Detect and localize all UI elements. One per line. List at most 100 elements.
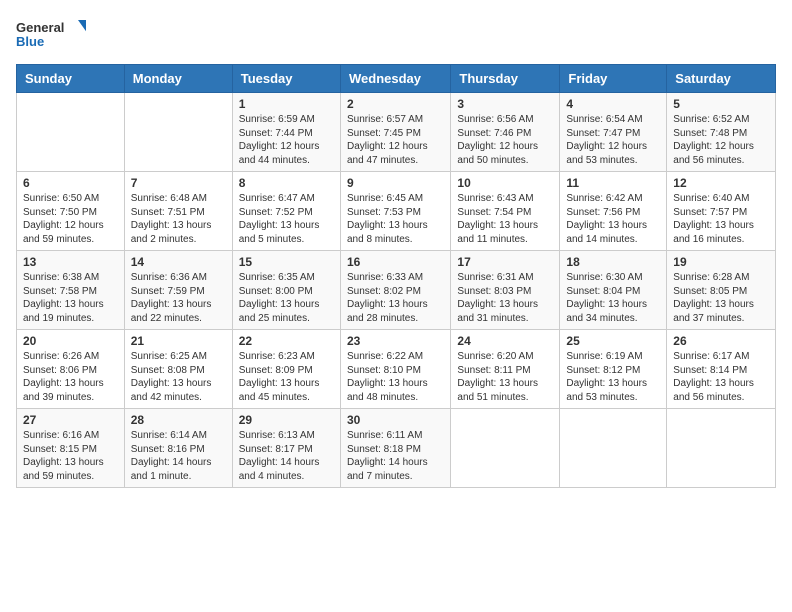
day-number: 22 [239, 334, 334, 348]
calendar-cell: 22Sunrise: 6:23 AM Sunset: 8:09 PM Dayli… [232, 330, 340, 409]
day-info: Sunrise: 6:38 AM Sunset: 7:58 PM Dayligh… [23, 271, 118, 325]
day-info: Sunrise: 6:13 AM Sunset: 8:17 PM Dayligh… [239, 429, 334, 483]
calendar-week-row: 6 Sunrise: 6:50 AM Sunset: 7:50 PM Daylig… [17, 172, 776, 251]
calendar-cell: 2 Sunrise: 6:57 AM Sunset: 7:45 PM Daylig… [340, 93, 450, 172]
calendar-cell: 20Sunrise: 6:26 AM Sunset: 8:06 PM Dayli… [17, 330, 125, 409]
calendar-week-row: 1 Sunrise: 6:59 AM Sunset: 7:44 PM Daylig… [17, 93, 776, 172]
day-info: Sunrise: 6:28 AM Sunset: 8:05 PM Dayligh… [673, 271, 769, 325]
weekday-header-friday: Friday [560, 65, 667, 93]
svg-text:General: General [16, 20, 64, 35]
calendar-cell: 19Sunrise: 6:28 AM Sunset: 8:05 PM Dayli… [667, 251, 776, 330]
weekday-header-tuesday: Tuesday [232, 65, 340, 93]
calendar-cell: 12 Sunrise: 6:40 AM Sunset: 7:57 PM Dayli… [667, 172, 776, 251]
day-number: 30 [347, 413, 444, 427]
day-info: Sunrise: 6:56 AM Sunset: 7:46 PM Dayligh… [457, 113, 553, 167]
day-info: Sunrise: 6:42 AM Sunset: 7:56 PM Dayligh… [566, 192, 660, 246]
day-number: 28 [131, 413, 226, 427]
day-number: 17 [457, 255, 553, 269]
header: General Blue [16, 16, 776, 52]
day-number: 27 [23, 413, 118, 427]
logo: General Blue [16, 16, 86, 52]
calendar-cell: 1 Sunrise: 6:59 AM Sunset: 7:44 PM Daylig… [232, 93, 340, 172]
day-number: 13 [23, 255, 118, 269]
day-info: Sunrise: 6:47 AM Sunset: 7:52 PM Dayligh… [239, 192, 334, 246]
weekday-header-thursday: Thursday [451, 65, 560, 93]
day-info: Sunrise: 6:35 AM Sunset: 8:00 PM Dayligh… [239, 271, 334, 325]
day-number: 24 [457, 334, 553, 348]
weekday-header-saturday: Saturday [667, 65, 776, 93]
calendar-cell: 26 Sunrise: 6:17 AM Sunset: 8:14 PM Dayli… [667, 330, 776, 409]
calendar-cell: 11 Sunrise: 6:42 AM Sunset: 7:56 PM Dayli… [560, 172, 667, 251]
calendar-cell: 29 Sunrise: 6:13 AM Sunset: 8:17 PM Dayli… [232, 409, 340, 488]
day-info: Sunrise: 6:50 AM Sunset: 7:50 PM Dayligh… [23, 192, 118, 246]
calendar-week-row: 13 Sunrise: 6:38 AM Sunset: 7:58 PM Dayli… [17, 251, 776, 330]
calendar-cell: 13 Sunrise: 6:38 AM Sunset: 7:58 PM Dayli… [17, 251, 125, 330]
day-number: 5 [673, 97, 769, 111]
calendar-cell: 9 Sunrise: 6:45 AM Sunset: 7:53 PM Daylig… [340, 172, 450, 251]
calendar-cell: 6 Sunrise: 6:50 AM Sunset: 7:50 PM Daylig… [17, 172, 125, 251]
day-number: 12 [673, 176, 769, 190]
calendar-cell: 30 Sunrise: 6:11 AM Sunset: 8:18 PM Dayli… [340, 409, 450, 488]
calendar-cell: 24 Sunrise: 6:20 AM Sunset: 8:11 PM Dayli… [451, 330, 560, 409]
calendar-cell [17, 93, 125, 172]
day-number: 20 [23, 334, 118, 348]
day-info: Sunrise: 6:33 AM Sunset: 8:02 PM Dayligh… [347, 271, 444, 325]
calendar-week-row: 20Sunrise: 6:26 AM Sunset: 8:06 PM Dayli… [17, 330, 776, 409]
day-number: 11 [566, 176, 660, 190]
calendar-table: SundayMondayTuesdayWednesdayThursdayFrid… [16, 64, 776, 488]
day-info: Sunrise: 6:25 AM Sunset: 8:08 PM Dayligh… [131, 350, 226, 404]
day-info: Sunrise: 6:54 AM Sunset: 7:47 PM Dayligh… [566, 113, 660, 167]
calendar-cell [451, 409, 560, 488]
day-number: 23 [347, 334, 444, 348]
calendar-cell: 27Sunrise: 6:16 AM Sunset: 8:15 PM Dayli… [17, 409, 125, 488]
calendar-week-row: 27Sunrise: 6:16 AM Sunset: 8:15 PM Dayli… [17, 409, 776, 488]
day-number: 25 [566, 334, 660, 348]
calendar-cell: 21Sunrise: 6:25 AM Sunset: 8:08 PM Dayli… [124, 330, 232, 409]
day-info: Sunrise: 6:30 AM Sunset: 8:04 PM Dayligh… [566, 271, 660, 325]
calendar-cell: 28 Sunrise: 6:14 AM Sunset: 8:16 PM Dayli… [124, 409, 232, 488]
day-number: 15 [239, 255, 334, 269]
day-number: 1 [239, 97, 334, 111]
day-info: Sunrise: 6:43 AM Sunset: 7:54 PM Dayligh… [457, 192, 553, 246]
calendar-cell: 17 Sunrise: 6:31 AM Sunset: 8:03 PM Dayli… [451, 251, 560, 330]
calendar-cell: 8 Sunrise: 6:47 AM Sunset: 7:52 PM Daylig… [232, 172, 340, 251]
day-number: 7 [131, 176, 226, 190]
day-info: Sunrise: 6:22 AM Sunset: 8:10 PM Dayligh… [347, 350, 444, 404]
day-info: Sunrise: 6:40 AM Sunset: 7:57 PM Dayligh… [673, 192, 769, 246]
day-number: 16 [347, 255, 444, 269]
weekday-header-monday: Monday [124, 65, 232, 93]
calendar-cell: 18Sunrise: 6:30 AM Sunset: 8:04 PM Dayli… [560, 251, 667, 330]
day-info: Sunrise: 6:36 AM Sunset: 7:59 PM Dayligh… [131, 271, 226, 325]
day-info: Sunrise: 6:11 AM Sunset: 8:18 PM Dayligh… [347, 429, 444, 483]
day-info: Sunrise: 6:20 AM Sunset: 8:11 PM Dayligh… [457, 350, 553, 404]
day-info: Sunrise: 6:17 AM Sunset: 8:14 PM Dayligh… [673, 350, 769, 404]
day-info: Sunrise: 6:59 AM Sunset: 7:44 PM Dayligh… [239, 113, 334, 167]
day-info: Sunrise: 6:19 AM Sunset: 8:12 PM Dayligh… [566, 350, 660, 404]
day-number: 4 [566, 97, 660, 111]
day-number: 6 [23, 176, 118, 190]
svg-text:Blue: Blue [16, 34, 44, 49]
day-number: 14 [131, 255, 226, 269]
weekday-header-wednesday: Wednesday [340, 65, 450, 93]
day-number: 26 [673, 334, 769, 348]
day-info: Sunrise: 6:45 AM Sunset: 7:53 PM Dayligh… [347, 192, 444, 246]
calendar-cell: 5Sunrise: 6:52 AM Sunset: 7:48 PM Daylig… [667, 93, 776, 172]
calendar-cell: 23 Sunrise: 6:22 AM Sunset: 8:10 PM Dayli… [340, 330, 450, 409]
day-number: 8 [239, 176, 334, 190]
day-info: Sunrise: 6:48 AM Sunset: 7:51 PM Dayligh… [131, 192, 226, 246]
day-info: Sunrise: 6:14 AM Sunset: 8:16 PM Dayligh… [131, 429, 226, 483]
day-number: 29 [239, 413, 334, 427]
calendar-cell: 14 Sunrise: 6:36 AM Sunset: 7:59 PM Dayli… [124, 251, 232, 330]
day-number: 2 [347, 97, 444, 111]
day-info: Sunrise: 6:31 AM Sunset: 8:03 PM Dayligh… [457, 271, 553, 325]
calendar-cell [667, 409, 776, 488]
weekday-header-sunday: Sunday [17, 65, 125, 93]
calendar-cell [560, 409, 667, 488]
day-number: 9 [347, 176, 444, 190]
day-number: 3 [457, 97, 553, 111]
calendar-cell: 15 Sunrise: 6:35 AM Sunset: 8:00 PM Dayli… [232, 251, 340, 330]
calendar-cell: 4 Sunrise: 6:54 AM Sunset: 7:47 PM Daylig… [560, 93, 667, 172]
calendar-cell: 7 Sunrise: 6:48 AM Sunset: 7:51 PM Daylig… [124, 172, 232, 251]
calendar-cell: 16 Sunrise: 6:33 AM Sunset: 8:02 PM Dayli… [340, 251, 450, 330]
day-info: Sunrise: 6:57 AM Sunset: 7:45 PM Dayligh… [347, 113, 444, 167]
